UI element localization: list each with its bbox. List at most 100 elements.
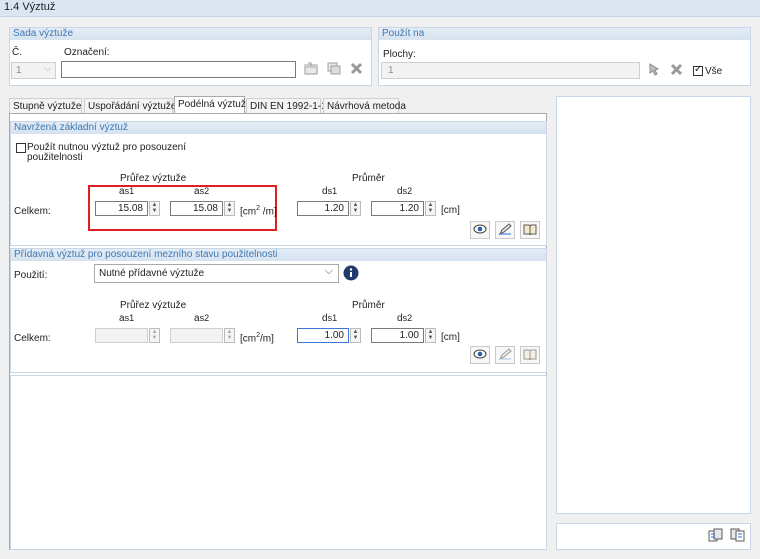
additional-as1-spinner[interactable]: ▲ ▼: [149, 328, 160, 343]
basic-ds2-spinner[interactable]: ▲ ▼: [425, 201, 436, 216]
basic-section-label: Průřez výztuže: [120, 173, 187, 184]
additional-as2-label: as2: [194, 313, 209, 324]
tab-din-en-1992[interactable]: DIN EN 1992-1-1: [246, 98, 327, 113]
book-icon: [523, 223, 537, 238]
tab-reinforcement-grades[interactable]: Stupně výztuže: [9, 98, 82, 113]
delete-icon: [670, 63, 683, 79]
window-title: 1.4 Výztuž: [4, 1, 56, 13]
additional-as1-label: as1: [119, 313, 134, 324]
additional-as2-spinner[interactable]: ▲ ▼: [224, 328, 235, 343]
area-unit-pre: [cm: [240, 206, 257, 218]
designation-label: Označení:: [64, 47, 110, 58]
additional-ds1-label: ds1: [322, 313, 337, 324]
basic-ds1-input[interactable]: 1.20: [297, 201, 349, 216]
eye-icon: [473, 224, 487, 237]
all-checkbox[interactable]: ✓: [693, 64, 703, 76]
number-label: Č.: [12, 47, 22, 58]
use-required-label-line2: použitelnosti: [27, 152, 83, 163]
additional-as2-input[interactable]: [170, 328, 223, 343]
tab-reinforcement-layout[interactable]: Uspořádání výztuže: [84, 98, 176, 113]
additional-area-unit: [cm2/m]: [240, 332, 274, 344]
reinforcement-set-header: Sada výztuže: [10, 28, 371, 40]
clear-surfaces-button[interactable]: [668, 62, 685, 79]
surfaces-input[interactable]: 1: [381, 62, 640, 79]
use-required-checkbox[interactable]: [16, 143, 26, 153]
apply-to-header: Použít na: [379, 28, 750, 40]
basic-as1-input[interactable]: 15.08: [95, 201, 148, 216]
pencil-icon: [498, 222, 512, 238]
number-value: 1: [16, 65, 22, 76]
pick-surfaces-button[interactable]: [645, 62, 662, 79]
basic-ds2-label: ds2: [397, 186, 412, 197]
additional-ds1-spinner[interactable]: ▲ ▼: [350, 328, 361, 343]
basic-as1-spinner[interactable]: ▲ ▼: [149, 201, 160, 216]
right-side-panel: [556, 96, 751, 514]
use-select-value: Nutné přídavné výztuže: [99, 268, 205, 279]
copy-set-icon: [327, 62, 341, 78]
additional-library-button[interactable]: [520, 346, 540, 364]
export-button[interactable]: [706, 528, 724, 545]
additional-view-button[interactable]: [470, 346, 490, 364]
basic-reinforcement-header: Navržená základní výztuž: [11, 122, 546, 134]
basic-diam-unit: [cm]: [441, 205, 460, 216]
surfaces-label: Plochy:: [383, 49, 416, 60]
additional-edit-button[interactable]: [495, 346, 515, 364]
tab-longitudinal-reinforcement[interactable]: Podélná výztuž: [174, 96, 246, 113]
empty-panel: [10, 375, 547, 550]
pencil-icon: [498, 347, 512, 363]
pick-cursor-icon: [647, 62, 661, 79]
info-icon: [343, 265, 359, 284]
use-label: Použití:: [14, 270, 48, 281]
basic-library-button[interactable]: [520, 221, 540, 239]
basic-view-button[interactable]: [470, 221, 490, 239]
basic-as2-input[interactable]: 15.08: [170, 201, 223, 216]
chevron-down-icon: ⌵: [44, 63, 51, 73]
import-icon: [730, 528, 745, 545]
area-unit-pre: [cm: [240, 333, 257, 345]
ds2-sub: s2: [402, 186, 413, 196]
designation-input[interactable]: [61, 61, 296, 78]
window-title-bar: 1.4 Výztuž: [0, 0, 760, 17]
checkmark-icon: ✓: [694, 64, 703, 75]
basic-as2-spinner[interactable]: ▲ ▼: [224, 201, 235, 216]
ds2-sub: s2: [402, 313, 413, 323]
additional-ds2-spinner[interactable]: ▲ ▼: [425, 328, 436, 343]
basic-ds1-spinner[interactable]: ▲ ▼: [350, 201, 361, 216]
book-icon: [523, 348, 537, 363]
additional-total-label: Celkem:: [14, 333, 51, 344]
use-info-button[interactable]: [343, 265, 359, 281]
tab-design-method[interactable]: Návrhová metoda: [323, 98, 406, 113]
ds1-sub: s1: [327, 186, 338, 196]
all-label: Vše: [705, 66, 723, 77]
copy-set-button[interactable]: [325, 61, 342, 78]
new-set-icon: [304, 62, 318, 78]
export-icon: [708, 528, 723, 545]
basic-edit-button[interactable]: [495, 221, 515, 239]
additional-diam-unit: [cm]: [441, 332, 460, 343]
delete-icon: [350, 62, 363, 78]
additional-reinforcement-header: Přídavná výztuž pro posouzení mezního st…: [11, 249, 546, 261]
surfaces-value: 1: [388, 65, 394, 76]
number-select[interactable]: 1 ⌵: [11, 62, 56, 79]
basic-ds1-label: ds1: [322, 186, 337, 197]
chevron-down-icon: ⌵: [324, 265, 333, 277]
as2-sub: s2: [199, 313, 210, 323]
additional-ds2-input[interactable]: 1.00: [371, 328, 424, 343]
additional-ds2-label: ds2: [397, 313, 412, 324]
additional-ds1-input[interactable]: 1.00: [297, 328, 349, 343]
use-select[interactable]: Nutné přídavné výztuže ⌵: [94, 264, 339, 283]
delete-set-button[interactable]: [348, 61, 365, 78]
eye-icon: [473, 349, 487, 362]
additional-section-label: Průřez výztuže: [120, 300, 187, 311]
area-unit-post: /m]: [260, 333, 274, 345]
new-set-button[interactable]: [302, 61, 319, 78]
as1-sub: s1: [124, 313, 135, 323]
import-button[interactable]: [728, 528, 746, 545]
area-unit-post: /m]: [260, 206, 277, 218]
additional-as1-input[interactable]: [95, 328, 148, 343]
basic-total-label: Celkem:: [14, 206, 51, 217]
basic-diameter-label: Průměr: [352, 173, 385, 184]
basic-area-unit: [cm2 /m]: [240, 205, 277, 217]
basic-ds2-input[interactable]: 1.20: [371, 201, 424, 216]
additional-diameter-label: Průměr: [352, 300, 385, 311]
